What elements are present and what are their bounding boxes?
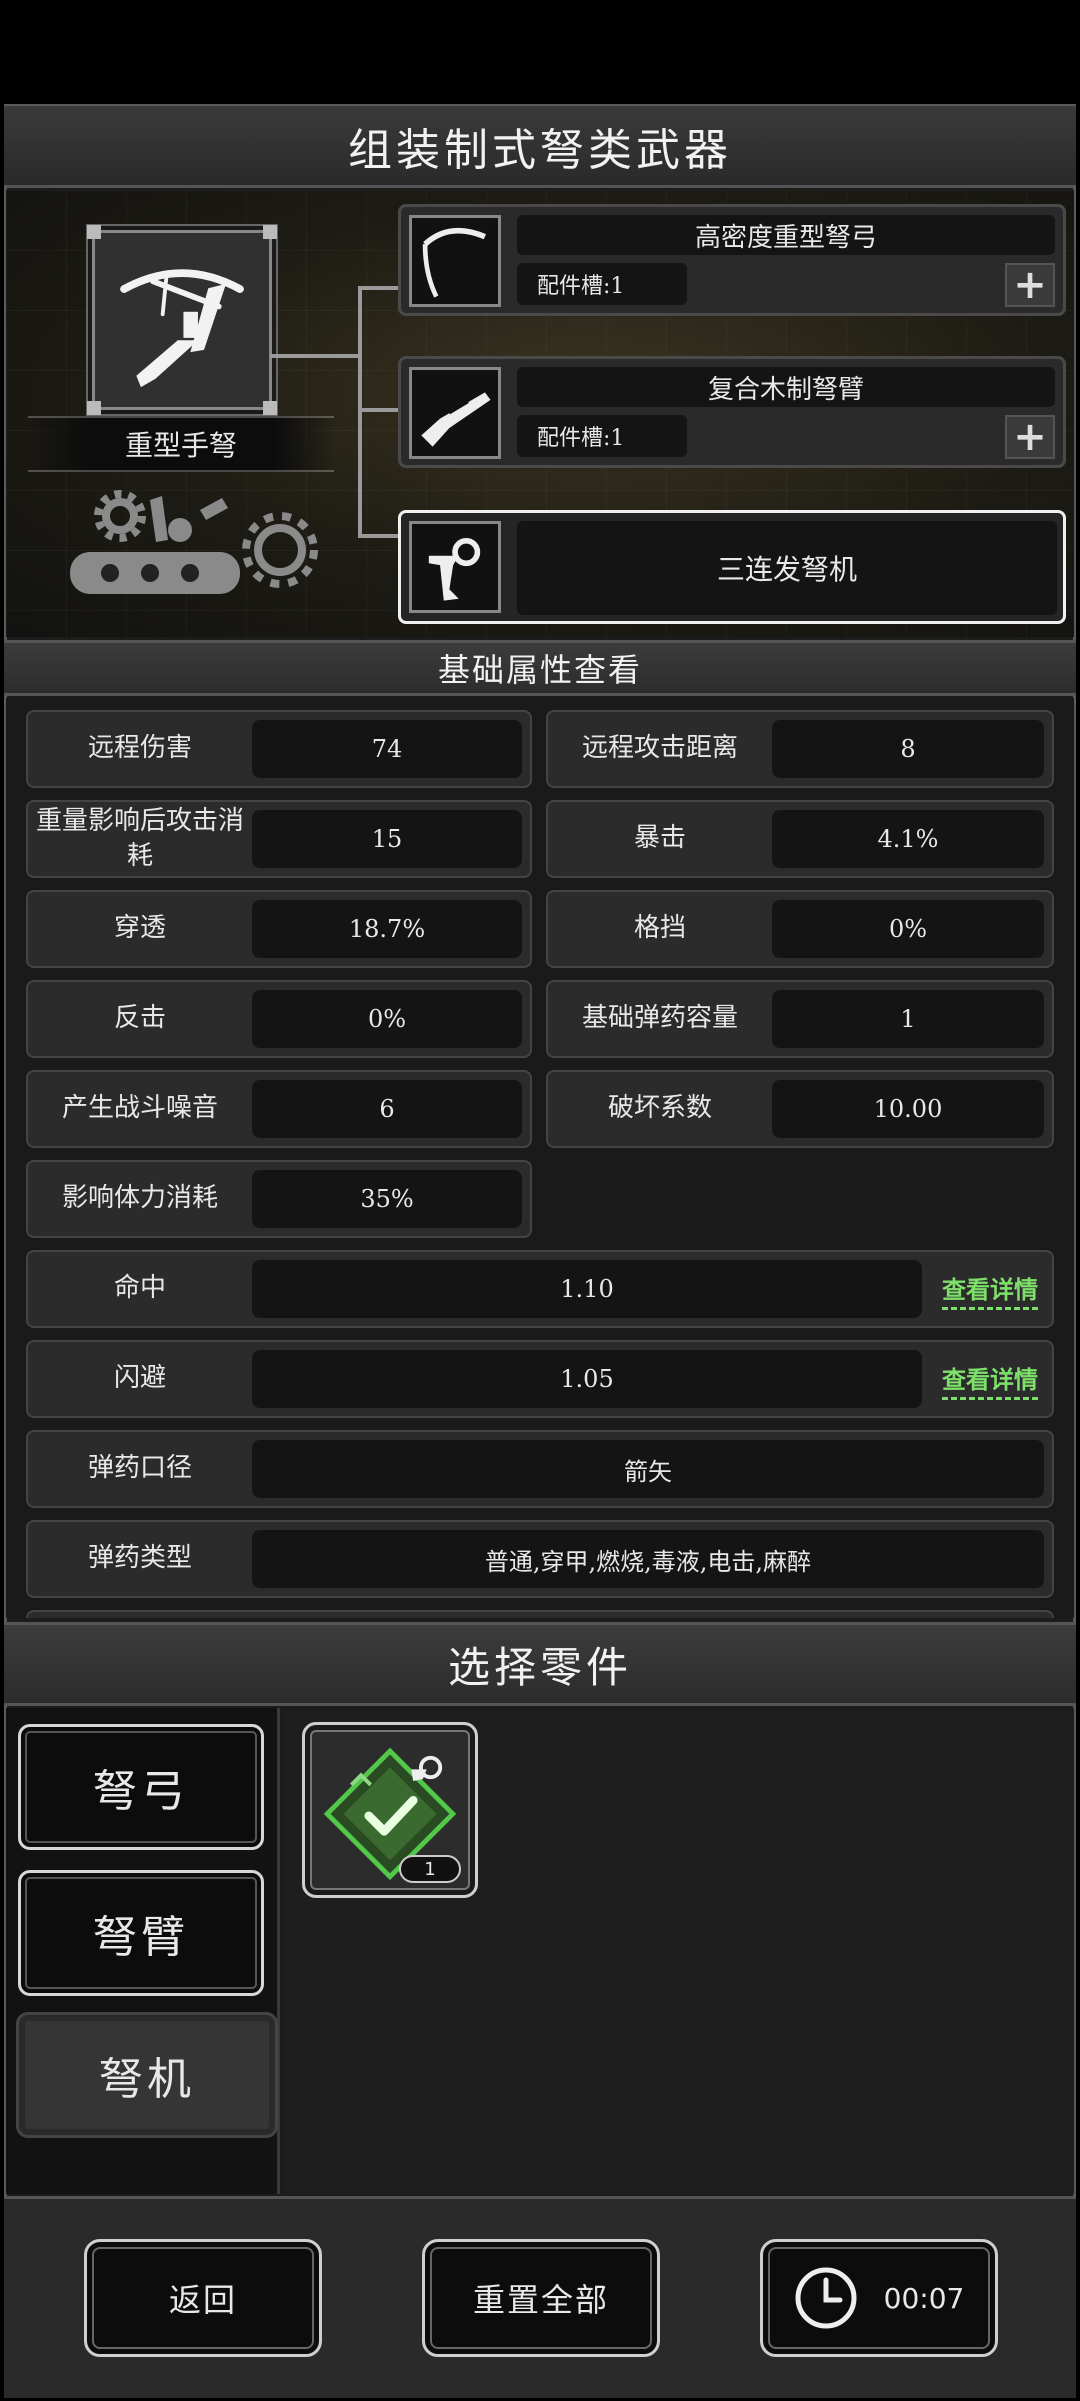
crossbow-arm-icon	[409, 367, 501, 459]
stat-stamina: 影响体力消耗 35%	[26, 1160, 532, 1238]
stat-value: 18.7%	[252, 900, 522, 958]
bottom-bar: 返回 重置全部 00:07	[4, 2196, 1076, 2398]
stat-label: 弹药类型	[87, 1543, 192, 1574]
stat-label: 暴击	[633, 823, 686, 854]
stat-label: 闪避	[113, 1363, 166, 1394]
stat-penetration: 穿透 18.7%	[26, 890, 532, 968]
stats-panel: 远程伤害 74 远程攻击距离 8 重量影响后攻击消耗 15 暴击 4.1% 穿透…	[6, 698, 1074, 1618]
plus-icon[interactable]: +	[1005, 414, 1055, 460]
stat-label: 命中	[113, 1273, 166, 1304]
view-details-link[interactable]: 查看详情	[942, 1360, 1038, 1400]
tab-arm[interactable]: 弩臂	[18, 1870, 264, 1996]
connector-line	[358, 408, 398, 412]
stat-label: 破坏系数	[607, 1093, 712, 1124]
back-button[interactable]: 返回	[84, 2239, 322, 2357]
stat-value: 0%	[252, 990, 522, 1048]
stat-value: 74	[252, 720, 522, 778]
stat-value: 普通,穿甲,燃烧,毒液,电击,麻醉	[252, 1530, 1044, 1588]
stat-ranged-distance: 远程攻击距离 8	[546, 710, 1054, 788]
attachment-slot-label: 配件槽:1	[517, 415, 687, 457]
stat-value: 10.00	[772, 1080, 1044, 1138]
stat-attack-cost: 重量影响后攻击消耗 15	[26, 800, 532, 878]
timer-button[interactable]: 00:07	[760, 2239, 998, 2357]
stat-value: 8	[772, 720, 1044, 778]
attachment-slot-label: 配件槽:1	[517, 263, 687, 305]
stat-critical: 暴击 4.1%	[546, 800, 1054, 878]
stat-value: 4.1%	[772, 810, 1044, 868]
stat-value: 15	[252, 810, 522, 868]
select-parts-header: 选择零件	[4, 1622, 1076, 1706]
part-slot-bow[interactable]: 高密度重型弩弓 配件槽:1 +	[398, 204, 1066, 316]
stat-value: 箭矢	[252, 1440, 1044, 1498]
reset-all-button[interactable]: 重置全部	[422, 2239, 660, 2357]
frame-corner	[87, 225, 101, 239]
connector-line	[358, 286, 398, 290]
stat-label: 重量影响后攻击消耗	[35, 805, 244, 871]
part-name: 高密度重型弩弓	[517, 215, 1055, 255]
part-slot-arm[interactable]: 复合木制弩臂 配件槽:1 +	[398, 356, 1066, 468]
gears-crafting-icon	[70, 490, 318, 594]
stat-label: 远程伤害	[87, 733, 192, 764]
stat-value: 35%	[252, 1170, 522, 1228]
stat-counter: 反击 0%	[26, 980, 532, 1058]
part-slot-trigger[interactable]: 三连发弩机	[398, 510, 1066, 624]
stat-label: 穿透	[113, 913, 166, 944]
stat-ammo-caliber: 弹药口径 箭矢	[26, 1430, 1054, 1508]
stat-accuracy: 命中 1.10 查看详情	[26, 1250, 1054, 1328]
part-name: 复合木制弩臂	[517, 367, 1055, 407]
bow-limb-icon	[409, 215, 501, 307]
attributes-header: 基础属性查看	[4, 640, 1076, 696]
stat-noise: 产生战斗噪音 6	[26, 1070, 532, 1148]
stat-ammo-type: 弹药类型 普通,穿甲,燃烧,毒液,电击,麻醉	[26, 1520, 1054, 1598]
page-title: 组装制式弩类武器	[4, 106, 1076, 188]
stat-block: 格挡 0%	[546, 890, 1054, 968]
stat-ranged-damage: 远程伤害 74	[26, 710, 532, 788]
stat-label: 基础弹药容量	[581, 1003, 738, 1034]
item-count-badge: 1	[399, 1855, 461, 1883]
stat-label: 产生战斗噪音	[61, 1093, 218, 1124]
parts-grid: 1	[284, 1708, 1074, 2194]
frame-corner	[87, 401, 101, 415]
tab-bow[interactable]: 弩弓	[18, 1724, 264, 1850]
stat-value: 1.05	[252, 1350, 922, 1408]
stat-label: 反击	[113, 1003, 166, 1034]
weapon-name: 重型手弩	[28, 416, 334, 472]
part-name: 三连发弩机	[517, 521, 1057, 615]
stat-evasion: 闪避 1.05 查看详情	[26, 1340, 1054, 1418]
stat-ammo-capacity: 基础弹药容量 1	[546, 980, 1054, 1058]
stat-label: 影响体力消耗	[61, 1183, 218, 1214]
view-details-link[interactable]: 查看详情	[942, 1270, 1038, 1310]
stat-destruction: 破坏系数 10.00	[546, 1070, 1054, 1148]
stat-value: 1	[772, 990, 1044, 1048]
frame-corner	[263, 401, 277, 415]
stat-label: 弹药口径	[87, 1453, 192, 1484]
part-item[interactable]: 1	[302, 1722, 478, 1898]
stat-value: 1.10	[252, 1260, 922, 1318]
stat-label: 格挡	[633, 913, 686, 944]
stat-row-partial	[26, 1610, 1054, 1618]
stat-value: 0%	[772, 900, 1044, 958]
assembly-panel: 重型手弩 高密度重型弩弓 配件槽:1 + 复合木制弩臂 配件槽:1 + 三连发弩…	[6, 190, 1074, 637]
connector-line	[270, 354, 360, 358]
timer-text: 00:07	[883, 2281, 965, 2315]
stat-value: 6	[252, 1080, 522, 1138]
part-category-tabs: 弩弓 弩臂 弩机	[6, 1708, 280, 2194]
stat-label: 远程攻击距离	[581, 733, 738, 764]
main-weapon-icon[interactable]	[87, 225, 277, 415]
trigger-mechanism-icon	[409, 521, 501, 613]
frame-corner	[263, 225, 277, 239]
plus-icon[interactable]: +	[1005, 262, 1055, 308]
clock-icon	[795, 2267, 857, 2329]
connector-line	[358, 534, 398, 538]
tab-trigger[interactable]: 弩机	[16, 2012, 278, 2138]
